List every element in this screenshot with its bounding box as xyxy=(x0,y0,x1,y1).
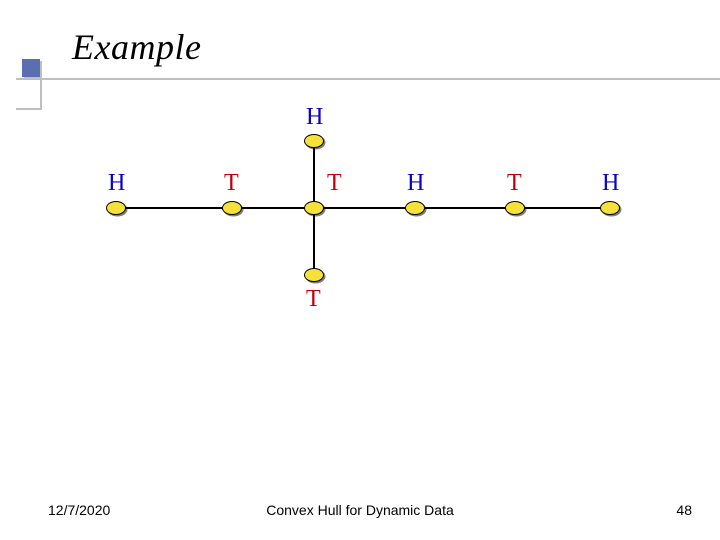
node-top xyxy=(304,134,324,148)
label-row-2: T xyxy=(224,170,239,197)
label-bottom: T xyxy=(306,286,321,313)
node-bottom xyxy=(304,268,324,282)
node-row-1 xyxy=(106,201,126,215)
title-vert-line xyxy=(40,80,42,110)
title-underline-tail xyxy=(16,108,42,110)
footer-title: Convex Hull for Dynamic Data xyxy=(0,502,720,518)
title-bar: Example xyxy=(0,26,720,86)
slide: Example H T H T T H T H 12/ xyxy=(0,0,720,540)
node-row-5 xyxy=(505,201,525,215)
diagram: H T H T T H T H xyxy=(0,120,720,460)
footer-page-number: 48 xyxy=(676,502,692,518)
label-row-5: T xyxy=(507,170,522,197)
label-row-1: H xyxy=(108,170,125,197)
label-row-4: H xyxy=(407,170,424,197)
node-row-2 xyxy=(222,201,242,215)
edge-horizontal xyxy=(116,207,610,209)
slide-title: Example xyxy=(72,26,201,68)
label-top: H xyxy=(306,104,323,131)
node-row-4 xyxy=(405,201,425,215)
title-underline xyxy=(16,78,720,80)
node-row-6 xyxy=(600,201,620,215)
label-row-3: T xyxy=(327,170,342,197)
node-row-3 xyxy=(304,201,324,215)
title-bullet-icon xyxy=(22,59,40,77)
label-row-6: H xyxy=(602,170,619,197)
